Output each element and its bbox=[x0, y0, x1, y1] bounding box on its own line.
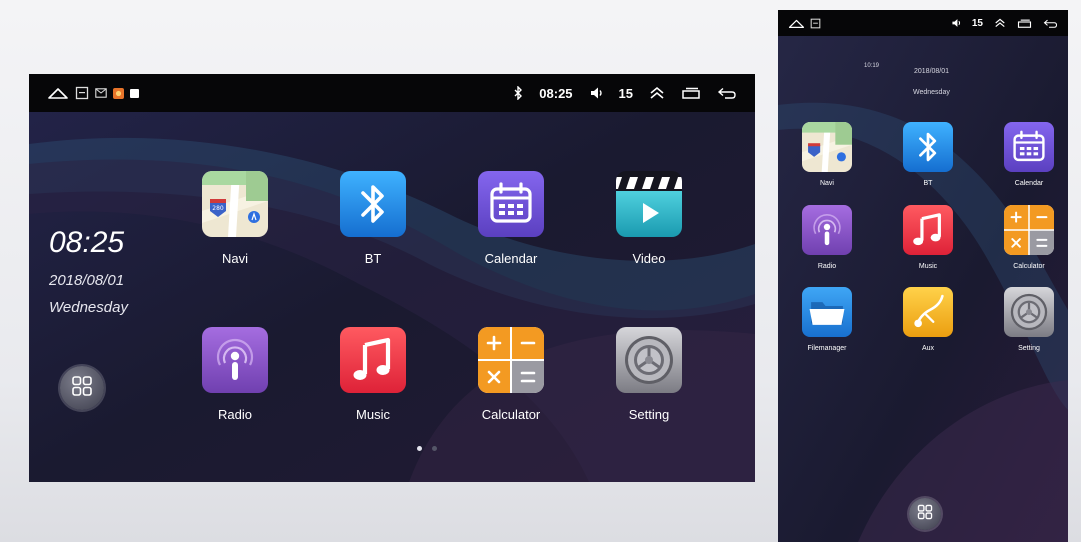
app-aux[interactable]: Aux bbox=[893, 287, 963, 352]
map-icon: 280 bbox=[202, 171, 268, 237]
app-label: Calculator bbox=[481, 407, 541, 422]
notification-icon bbox=[810, 18, 821, 29]
all-apps-button[interactable] bbox=[60, 366, 104, 410]
settings-gear-icon bbox=[616, 327, 682, 393]
app-calendar[interactable]: Calendar bbox=[456, 171, 566, 266]
status-time: 08:25 bbox=[539, 85, 573, 101]
apps-grid-icon bbox=[917, 504, 933, 525]
volume-level: 15 bbox=[971, 17, 983, 29]
app-label: Navi bbox=[819, 180, 834, 187]
bluetooth-status-icon bbox=[514, 86, 523, 100]
app-music[interactable]: Music bbox=[318, 327, 428, 422]
app-label: Video bbox=[632, 251, 666, 266]
app-bt[interactable]: BT bbox=[318, 171, 428, 266]
app-label: Radio bbox=[817, 263, 837, 270]
app-calendar[interactable]: Calendar bbox=[994, 122, 1064, 187]
aux-icon bbox=[903, 287, 953, 337]
bluetooth-icon bbox=[340, 171, 406, 237]
calculator-icon bbox=[478, 327, 544, 393]
page-dot-2[interactable] bbox=[432, 446, 437, 451]
app-label: Setting bbox=[1018, 345, 1040, 352]
app-label: BT bbox=[923, 180, 933, 187]
app-label: Setting bbox=[628, 407, 670, 422]
recent-apps-icon[interactable] bbox=[1017, 19, 1032, 28]
radio-icon bbox=[802, 205, 852, 255]
app-label: Music bbox=[918, 263, 938, 270]
app-bt[interactable]: BT bbox=[893, 122, 963, 187]
home-icon[interactable] bbox=[47, 86, 69, 100]
app-setting[interactable]: Setting bbox=[594, 327, 704, 422]
app-radio[interactable]: Radio bbox=[180, 327, 290, 422]
clock-date: 2018/08/01 bbox=[914, 68, 950, 75]
clock-widget: 08:25 2018/08/01 Wednesday bbox=[49, 226, 128, 316]
app-calculator[interactable]: Calculator bbox=[456, 327, 566, 422]
app-label: Filemanager bbox=[807, 345, 847, 352]
map-icon bbox=[802, 122, 852, 172]
back-icon[interactable] bbox=[717, 87, 737, 99]
app-label: BT bbox=[364, 251, 382, 266]
bluetooth-icon bbox=[903, 122, 953, 172]
volume-level: 15 bbox=[618, 85, 633, 101]
app-calculator[interactable]: Calculator bbox=[994, 205, 1064, 270]
status-dot-icon bbox=[130, 88, 139, 98]
status-bar: 08:25 15 bbox=[29, 74, 755, 112]
app-navi[interactable]: 280 Navi bbox=[180, 171, 290, 266]
app-label: Aux bbox=[921, 345, 935, 352]
app-video[interactable]: Video bbox=[594, 171, 704, 266]
app-navi[interactable]: Navi bbox=[792, 122, 862, 187]
chevron-up-icon[interactable] bbox=[994, 18, 1006, 28]
clock-day: Wednesday bbox=[913, 89, 950, 96]
app-music[interactable]: Music bbox=[893, 205, 963, 270]
notification-icon bbox=[75, 86, 89, 100]
video-icon bbox=[616, 171, 682, 237]
home-icon[interactable] bbox=[788, 18, 805, 29]
app-label: Calculator bbox=[1013, 263, 1045, 270]
app-label: Radio bbox=[218, 407, 252, 422]
app-filemanager[interactable]: Filemanager bbox=[792, 287, 862, 352]
calculator-icon bbox=[1004, 205, 1054, 255]
app-label: Calendar bbox=[484, 251, 538, 266]
all-apps-button[interactable] bbox=[909, 498, 941, 530]
app-radio[interactable]: Radio bbox=[792, 205, 862, 270]
landscape-screen: 08:25 15 08:25 2018/08/01 Wednesday 280 … bbox=[29, 74, 755, 482]
clock-date: 2018/08/01 bbox=[49, 272, 125, 289]
app-label: Calendar bbox=[1014, 180, 1044, 187]
volume-icon[interactable] bbox=[951, 18, 961, 28]
app-notification-icon bbox=[113, 87, 124, 99]
music-icon bbox=[903, 205, 953, 255]
page-dot-1[interactable] bbox=[417, 446, 422, 451]
folder-icon bbox=[802, 287, 852, 337]
music-icon bbox=[340, 327, 406, 393]
portrait-screen: 15 10:19 2018/08/01 Wednesday Navi BT Ca… bbox=[778, 10, 1068, 542]
clock-time: 10:19 bbox=[864, 63, 880, 69]
status-bar: 15 bbox=[778, 10, 1068, 36]
volume-icon[interactable] bbox=[589, 86, 603, 100]
app-label: Navi bbox=[221, 251, 248, 266]
svg-text:280: 280 bbox=[212, 205, 224, 212]
calendar-icon bbox=[1004, 122, 1054, 172]
settings-gear-icon bbox=[1004, 287, 1054, 337]
mail-icon bbox=[95, 88, 107, 98]
calendar-icon bbox=[478, 171, 544, 237]
recent-apps-icon[interactable] bbox=[681, 87, 701, 99]
apps-grid-icon bbox=[71, 375, 93, 402]
app-label: Music bbox=[356, 407, 390, 422]
page-indicator bbox=[417, 446, 437, 451]
chevron-up-icon[interactable] bbox=[649, 86, 665, 100]
clock-time: 08:25 bbox=[49, 226, 125, 259]
clock-day: Wednesday bbox=[49, 299, 128, 316]
back-icon[interactable] bbox=[1043, 19, 1058, 28]
app-setting[interactable]: Setting bbox=[994, 287, 1064, 352]
radio-icon bbox=[202, 327, 268, 393]
